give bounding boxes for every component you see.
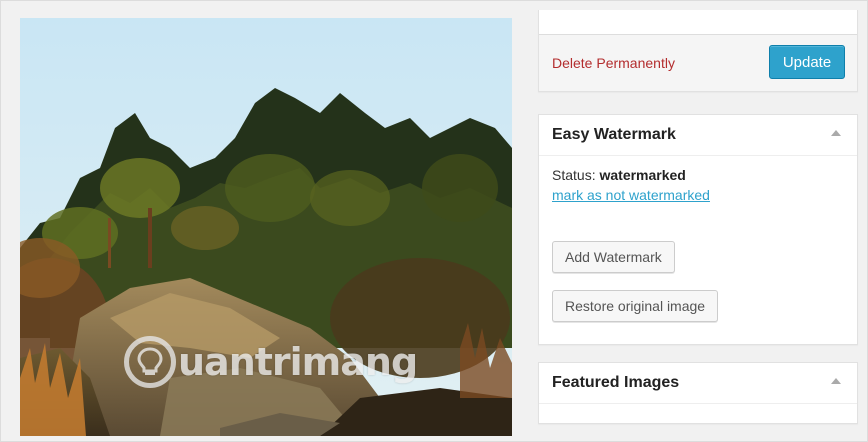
- add-watermark-button[interactable]: Add Watermark: [552, 241, 675, 273]
- lightbulb-icon: [124, 336, 176, 388]
- collapse-arrow-icon[interactable]: [831, 130, 841, 136]
- update-button[interactable]: Update: [769, 45, 845, 79]
- watermark-status: Status: watermarked: [552, 167, 686, 183]
- featured-images-header[interactable]: Featured Images: [539, 363, 857, 404]
- status-value: watermarked: [599, 167, 686, 183]
- publish-actions: Delete Permanently Update: [539, 34, 857, 91]
- featured-images-title: Featured Images: [552, 374, 680, 391]
- easy-watermark-header[interactable]: Easy Watermark: [539, 115, 857, 156]
- publish-box-top: [539, 10, 857, 32]
- image-preview-area: uantrimang: [16, 10, 516, 436]
- collapse-arrow-icon[interactable]: [831, 378, 841, 384]
- publish-box: Delete Permanently Update: [538, 10, 858, 92]
- watermark-text: uantrimang: [178, 340, 418, 384]
- easy-watermark-box: Easy Watermark Status: watermarked mark …: [538, 114, 858, 345]
- attachment-image: uantrimang: [20, 18, 512, 436]
- mark-not-watermarked-link[interactable]: mark as not watermarked: [552, 187, 710, 203]
- delete-permanently-link[interactable]: Delete Permanently: [552, 55, 675, 71]
- restore-original-button[interactable]: Restore original image: [552, 290, 719, 322]
- status-label: Status:: [552, 167, 596, 183]
- featured-images-box: Featured Images: [538, 362, 858, 424]
- easy-watermark-title: Easy Watermark: [552, 126, 676, 143]
- watermark-overlay: uantrimang: [124, 336, 418, 388]
